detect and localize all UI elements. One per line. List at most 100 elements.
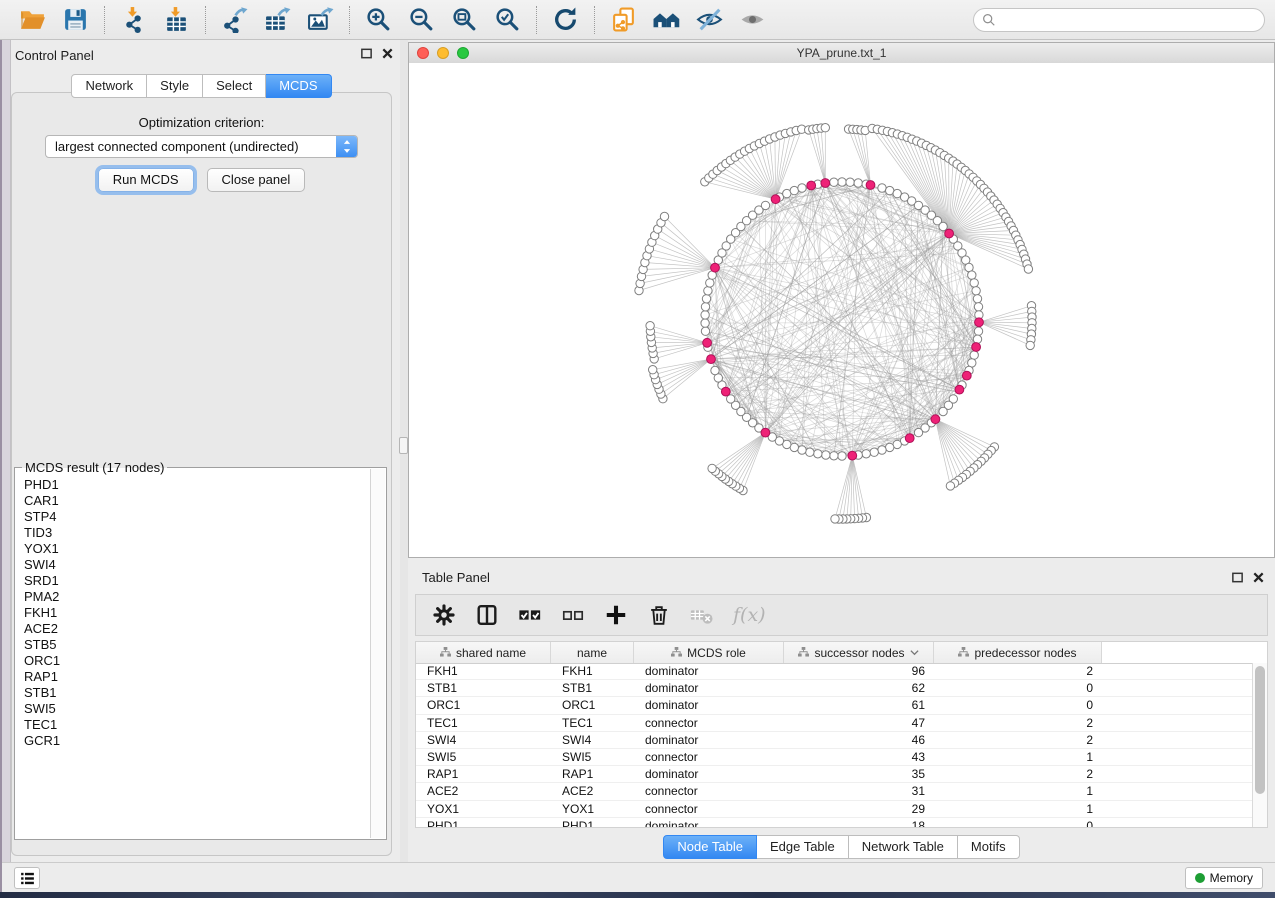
- network-node[interactable]: [701, 319, 709, 327]
- settings-icon[interactable]: [432, 603, 456, 627]
- column-header-shared-name[interactable]: shared name: [416, 642, 551, 663]
- network-node[interactable]: [704, 287, 712, 295]
- import-table-icon[interactable]: [163, 6, 190, 33]
- network-node[interactable]: [701, 303, 709, 311]
- network-node[interactable]: [968, 271, 976, 279]
- network-node[interactable]: [974, 327, 982, 335]
- network-node[interactable]: [973, 335, 981, 343]
- search-box[interactable]: [973, 8, 1265, 32]
- network-node[interactable]: [822, 451, 830, 459]
- network-node[interactable]: [862, 450, 870, 458]
- network-node[interactable]: [846, 178, 854, 186]
- close-panel-button[interactable]: Close panel: [207, 168, 306, 192]
- refresh-icon[interactable]: [552, 6, 579, 33]
- table-row[interactable]: STB1STB1dominator620: [416, 680, 1253, 697]
- network-node[interactable]: [798, 446, 806, 454]
- mcds-node[interactable]: STB5: [16, 637, 371, 653]
- run-mcds-button[interactable]: Run MCDS: [98, 168, 194, 192]
- mcds-list-scrollbar[interactable]: [370, 469, 385, 838]
- deselect-all-icon[interactable]: [561, 603, 585, 627]
- tab-node-table[interactable]: Node Table: [663, 835, 757, 859]
- mcds-network-node[interactable]: [945, 229, 954, 238]
- network-node[interactable]: [708, 464, 716, 472]
- close-table-panel-icon[interactable]: [1252, 571, 1265, 584]
- network-node[interactable]: [878, 446, 886, 454]
- float-table-panel-icon[interactable]: [1231, 571, 1244, 584]
- mcds-network-node[interactable]: [761, 428, 770, 437]
- mcds-network-node[interactable]: [771, 195, 780, 204]
- mcds-network-node[interactable]: [931, 415, 940, 424]
- add-icon[interactable]: [604, 603, 628, 627]
- network-node[interactable]: [798, 184, 806, 192]
- mcds-node[interactable]: CAR1: [16, 493, 371, 509]
- table-scrollbar-thumb[interactable]: [1255, 666, 1265, 794]
- column-header-predecessor-nodes[interactable]: predecessor nodes: [934, 642, 1102, 663]
- network-node[interactable]: [830, 178, 838, 186]
- open-file-icon[interactable]: [19, 6, 46, 33]
- network-node[interactable]: [1026, 341, 1034, 349]
- mcds-network-node[interactable]: [955, 385, 964, 394]
- mcds-node[interactable]: GCR1: [16, 733, 371, 749]
- network-node[interactable]: [649, 366, 657, 374]
- network-node[interactable]: [870, 448, 878, 456]
- network-node[interactable]: [814, 450, 822, 458]
- network-node[interactable]: [939, 407, 947, 415]
- table-row[interactable]: FKH1FKH1dominator962: [416, 663, 1253, 680]
- mcds-network-node[interactable]: [905, 434, 914, 443]
- column-header-successor-nodes[interactable]: successor nodes: [784, 642, 934, 663]
- mcds-network-node[interactable]: [721, 387, 730, 396]
- mcds-node[interactable]: SRD1: [16, 573, 371, 589]
- mcds-node[interactable]: PMA2: [16, 589, 371, 605]
- table-row[interactable]: PHD1PHD1dominator180: [416, 818, 1253, 828]
- table-row[interactable]: TEC1TEC1connector472: [416, 715, 1253, 732]
- network-node[interactable]: [838, 452, 846, 460]
- network-node[interactable]: [838, 178, 846, 186]
- tab-network[interactable]: Network: [71, 74, 147, 98]
- network-node[interactable]: [831, 515, 839, 523]
- tab-style[interactable]: Style: [147, 74, 203, 98]
- toggle-panel-icon[interactable]: [475, 603, 499, 627]
- mcds-network-node[interactable]: [962, 371, 971, 380]
- network-node[interactable]: [701, 311, 709, 319]
- duplicate-network-icon[interactable]: [610, 6, 637, 33]
- tab-edge-table[interactable]: Edge Table: [757, 835, 849, 859]
- network-node[interactable]: [974, 303, 982, 311]
- mcds-network-node[interactable]: [707, 355, 716, 364]
- table-row[interactable]: YOX1YOX1connector291: [416, 801, 1253, 818]
- export-image-icon[interactable]: [307, 6, 334, 33]
- network-node[interactable]: [886, 443, 894, 451]
- mcds-network-node[interactable]: [848, 451, 857, 460]
- network-node[interactable]: [761, 201, 769, 209]
- tab-mcds[interactable]: MCDS: [266, 74, 331, 98]
- network-node[interactable]: [970, 279, 978, 287]
- mcds-node[interactable]: ACE2: [16, 621, 371, 637]
- network-node[interactable]: [939, 222, 947, 230]
- network-node[interactable]: [702, 295, 710, 303]
- first-neighbors-icon[interactable]: [653, 6, 680, 33]
- network-node[interactable]: [830, 452, 838, 460]
- network-node[interactable]: [854, 179, 862, 187]
- network-node[interactable]: [946, 482, 954, 490]
- export-table-icon[interactable]: [264, 6, 291, 33]
- network-node[interactable]: [973, 295, 981, 303]
- function-builder-icon[interactable]: f(x): [733, 604, 766, 626]
- network-node[interactable]: [706, 279, 714, 287]
- table-row[interactable]: ACE2ACE2connector311: [416, 783, 1253, 800]
- network-node[interactable]: [790, 186, 798, 194]
- network-node[interactable]: [1024, 265, 1032, 273]
- network-titlebar[interactable]: YPA_prune.txt_1: [409, 43, 1274, 64]
- hide-selected-icon[interactable]: [696, 6, 723, 33]
- show-all-icon[interactable]: [739, 6, 766, 33]
- network-node[interactable]: [972, 287, 980, 295]
- table-row[interactable]: SWI5SWI5connector431: [416, 749, 1253, 766]
- mcds-node[interactable]: FKH1: [16, 605, 371, 621]
- mcds-node[interactable]: TID3: [16, 525, 371, 541]
- optimization-dropdown[interactable]: largest connected component (undirected): [45, 135, 358, 158]
- select-all-icon[interactable]: [518, 603, 542, 627]
- mcds-node[interactable]: STP4: [16, 509, 371, 525]
- mcds-node[interactable]: SWI4: [16, 557, 371, 573]
- network-node[interactable]: [660, 212, 668, 220]
- table-row[interactable]: ORC1ORC1dominator610: [416, 697, 1253, 714]
- mcds-network-node[interactable]: [972, 343, 981, 352]
- network-node[interactable]: [914, 428, 922, 436]
